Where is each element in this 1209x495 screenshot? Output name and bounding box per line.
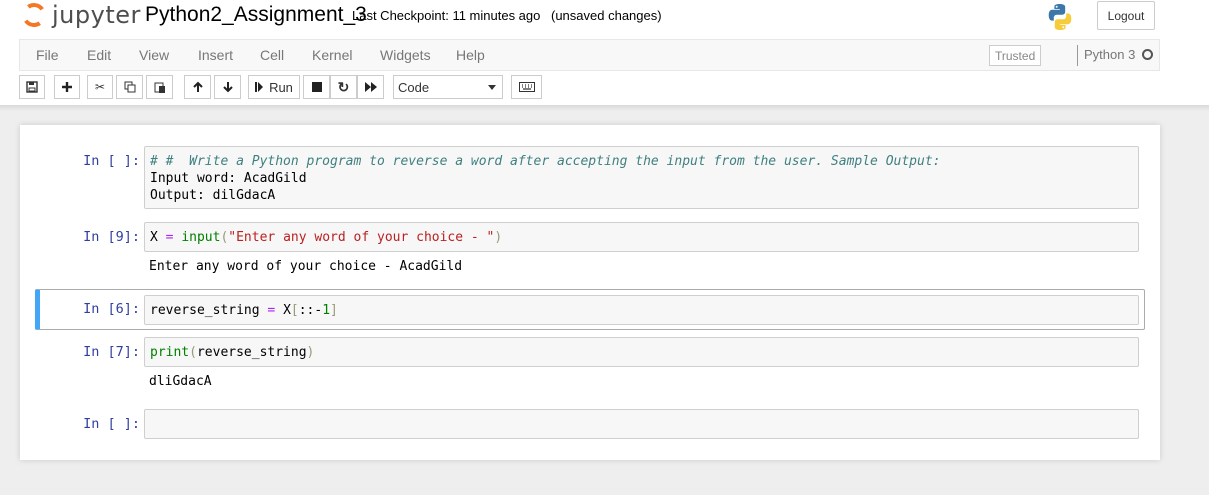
input-prompt: In [9]: [83,229,140,245]
interrupt-button[interactable] [303,75,330,99]
code-token: ( [189,345,197,360]
code-token: ::- [298,303,323,318]
jupyter-logo-text: jupyter [52,1,141,29]
code-editor[interactable] [144,409,1139,439]
autosave-status: (unsaved changes) [551,8,662,23]
code-token: = [165,230,174,245]
move-up-button[interactable] [184,75,211,99]
code-token: reverse_string [196,345,307,360]
code-line: Output: dilGdacA [150,188,276,203]
code-token: ) [494,230,503,245]
restart-button[interactable]: ↻ [330,75,357,99]
python-logo-icon [1048,4,1072,30]
chevron-down-icon [488,85,496,90]
plus-icon [62,82,72,92]
code-token: print [150,345,190,360]
keyboard-icon [518,82,535,92]
jupyter-logo[interactable]: jupyter [20,0,141,30]
kernel-idle-icon [1142,49,1153,60]
menu-kernel[interactable]: Kernel [312,47,352,63]
checkpoint-status: Last Checkpoint: 11 minutes ago [352,8,541,23]
insert-cell-button[interactable] [54,75,80,99]
code-line: # # Write a Python program to reverse a … [150,154,941,169]
code-cell[interactable]: In [ ]: [35,408,1145,440]
fast-forward-icon [364,82,377,92]
menu-file[interactable]: File [36,47,59,63]
kernel-name: Python 3 [1084,47,1136,62]
jupyter-ring-icon [20,1,48,29]
cell-output: Enter any word of your choice - AcadGild [149,259,463,274]
cut-icon: ✂ [94,80,106,94]
kernel-separator [1077,45,1078,66]
code-token: input [181,230,221,245]
run-button[interactable]: Run [248,75,300,99]
arrow-up-icon [192,81,203,92]
menu-view[interactable]: View [139,47,169,63]
trusted-indicator[interactable]: Trusted [989,45,1042,66]
header-bar: jupyter Python2_Assignment_3 Last Checkp… [0,0,1209,38]
menu-edit[interactable]: Edit [87,47,111,63]
command-palette-button[interactable] [511,75,542,99]
copy-button[interactable] [116,75,143,99]
restart-run-all-button[interactable] [357,75,384,99]
copy-icon [124,81,135,93]
arrow-down-icon [222,82,233,93]
save-icon [26,81,38,93]
notebook-container: In [ ]: # # Write a Python program to re… [20,125,1160,460]
menu-insert[interactable]: Insert [198,47,233,63]
menubar: File Edit View Insert Cell Kernel Widget… [19,39,1160,71]
code-token: 1 [322,303,331,318]
code-token: ) [306,345,315,360]
code-token: "Enter any word of your choice - " [228,230,495,245]
input-prompt: In [7]: [83,344,140,360]
cell-type-value: Code [398,79,430,95]
code-cell-selected[interactable]: In [6]: reverse_string = X[::-1] [35,289,1145,330]
menu-cell[interactable]: Cell [260,47,284,63]
code-cell[interactable]: In [7]: print(reverse_string) dliGdacA [35,336,1145,396]
code-cell[interactable]: In [ ]: # # Write a Python program to re… [35,145,1145,211]
logout-button[interactable]: Logout [1097,1,1155,30]
stop-icon [311,82,322,92]
code-cell[interactable]: In [9]: X = input("Enter any word of you… [35,221,1145,281]
restart-icon: ↻ [337,78,350,95]
code-token: = [267,303,276,318]
save-button[interactable] [19,75,45,99]
cell-type-select[interactable]: Code [393,75,503,99]
code-editor[interactable]: print(reverse_string) [144,337,1139,367]
header-shadow [0,105,1209,111]
paste-icon [154,82,165,93]
code-editor[interactable]: X = input("Enter any word of your choice… [144,222,1139,252]
menu-help[interactable]: Help [456,47,485,63]
input-prompt: In [6]: [83,301,140,317]
code-token: [ [290,303,299,318]
move-down-button[interactable] [214,75,241,99]
step-forward-icon [255,82,264,92]
menu-widgets[interactable]: Widgets [380,47,431,63]
paste-button[interactable] [146,75,173,99]
notebook-title[interactable]: Python2_Assignment_3 [145,3,367,27]
code-editor[interactable]: # # Write a Python program to reverse a … [144,146,1139,209]
run-label: Run [269,79,293,95]
cell-output: dliGdacA [149,374,212,389]
code-token: ] [330,303,338,318]
code-line: Input word: AcadGild [150,171,307,186]
input-prompt: In [ ]: [83,416,140,432]
cut-button[interactable]: ✂ [87,75,113,99]
notebook-header: jupyter Python2_Assignment_3 Last Checkp… [0,0,1209,105]
code-token: X [283,303,291,318]
code-token: reverse_string [150,303,260,318]
code-token: X [150,230,158,245]
input-prompt: In [ ]: [83,153,140,169]
code-editor[interactable]: reverse_string = X[::-1] [144,295,1139,325]
